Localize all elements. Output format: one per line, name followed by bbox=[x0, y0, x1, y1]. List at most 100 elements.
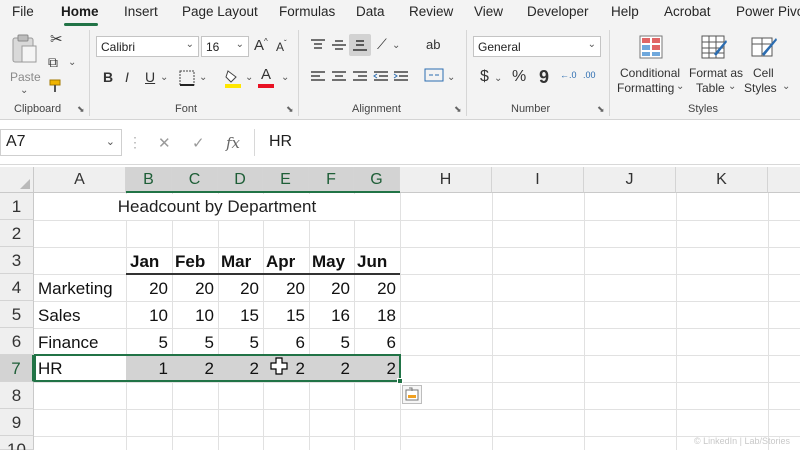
worksheet-grid[interactable]: A B C D E F G H I J K 1 2 3 4 5 6 7 8 9 … bbox=[0, 167, 800, 450]
data-cell[interactable]: 10 bbox=[172, 302, 218, 329]
data-cell[interactable]: 16 bbox=[309, 302, 354, 329]
increase-decimal-icon[interactable]: ←.0 bbox=[560, 71, 577, 80]
tab-help[interactable]: Help bbox=[611, 4, 639, 19]
tab-developer[interactable]: Developer bbox=[527, 4, 589, 19]
row-header-5[interactable]: 5 bbox=[0, 301, 34, 328]
data-cell[interactable]: 18 bbox=[354, 302, 400, 329]
orientation-icon[interactable]: ⟋ bbox=[377, 37, 387, 51]
more-options-icon[interactable]: ⋮ bbox=[128, 134, 142, 151]
borders-icon[interactable] bbox=[178, 69, 196, 87]
data-cell[interactable]: 20 bbox=[263, 275, 309, 302]
percent-icon[interactable]: % bbox=[512, 69, 526, 85]
column-header-l[interactable] bbox=[768, 167, 800, 193]
department-label[interactable]: Finance bbox=[38, 329, 98, 356]
row-header-9[interactable]: 9 bbox=[0, 409, 34, 436]
tab-review[interactable]: Review bbox=[409, 4, 453, 19]
data-cell[interactable]: 20 bbox=[172, 275, 218, 302]
data-cell[interactable]: 6 bbox=[354, 329, 400, 356]
column-header-j[interactable]: J bbox=[584, 167, 676, 193]
tab-page-layout[interactable]: Page Layout bbox=[182, 4, 258, 19]
column-header-e[interactable]: E bbox=[263, 167, 309, 193]
enter-check-icon[interactable]: ✓ bbox=[192, 134, 205, 152]
tab-formulas[interactable]: Formulas bbox=[279, 4, 335, 19]
cancel-icon[interactable]: ✕ bbox=[158, 134, 171, 152]
decrease-indent-icon[interactable] bbox=[373, 70, 389, 84]
align-left-icon[interactable] bbox=[310, 70, 326, 84]
cut-icon[interactable]: ✂ bbox=[50, 32, 63, 47]
column-header-i[interactable]: I bbox=[492, 167, 584, 193]
align-right-icon[interactable] bbox=[352, 70, 368, 84]
row-header-3[interactable]: 3 bbox=[0, 247, 34, 274]
fill-color-icon[interactable] bbox=[224, 68, 242, 88]
data-cell[interactable]: 15 bbox=[263, 302, 309, 329]
comma-style-icon[interactable]: 9 bbox=[539, 68, 549, 86]
currency-dropdown-icon[interactable]: ⌄ bbox=[494, 74, 502, 84]
font-name-dropdown[interactable]: Calibri ⌄ bbox=[96, 36, 199, 57]
column-header-c[interactable]: C bbox=[172, 167, 218, 193]
tab-view[interactable]: View bbox=[474, 4, 503, 19]
row-header-7[interactable]: 7 bbox=[0, 355, 34, 382]
row-header-6[interactable]: 6 bbox=[0, 328, 34, 355]
shrink-font-icon[interactable]: Aˇ bbox=[276, 40, 287, 54]
data-cell[interactable]: 20 bbox=[218, 275, 263, 302]
column-header-f[interactable]: F bbox=[309, 167, 354, 193]
formula-input[interactable]: HR bbox=[254, 129, 800, 156]
column-header-k[interactable]: K bbox=[676, 167, 768, 193]
tab-power-pivot[interactable]: Power Pivot bbox=[736, 4, 800, 19]
department-label[interactable]: Marketing bbox=[38, 275, 113, 302]
align-center-icon[interactable] bbox=[331, 70, 347, 84]
increase-indent-icon[interactable] bbox=[393, 70, 409, 84]
merge-dropdown-icon[interactable]: ⌄ bbox=[447, 73, 455, 83]
data-cell[interactable]: 5 bbox=[218, 329, 263, 356]
column-header-a[interactable]: A bbox=[34, 167, 126, 193]
data-cell[interactable]: 5 bbox=[172, 329, 218, 356]
data-cell[interactable]: 20 bbox=[126, 275, 172, 302]
row-header-10[interactable]: 10 bbox=[0, 436, 34, 450]
data-cell[interactable]: 15 bbox=[218, 302, 263, 329]
column-header-b[interactable]: B bbox=[126, 167, 172, 193]
decrease-decimal-icon[interactable]: .00 bbox=[583, 71, 596, 80]
underline-dropdown-icon[interactable]: ⌄ bbox=[160, 73, 168, 83]
month-header-may[interactable]: May bbox=[312, 248, 345, 275]
insert-function-icon[interactable]: fx bbox=[226, 134, 240, 152]
copy-dropdown-icon[interactable]: ⌄ bbox=[68, 58, 76, 68]
italic-button[interactable]: I bbox=[125, 70, 129, 84]
cell-styles-button[interactable]: Cell Styles ⌄ bbox=[744, 30, 794, 100]
dialog-launcher-icon[interactable]: ⬊ bbox=[597, 104, 605, 115]
column-header-h[interactable]: H bbox=[400, 167, 492, 193]
fill-color-dropdown-icon[interactable]: ⌄ bbox=[245, 73, 253, 83]
dialog-launcher-icon[interactable]: ⬊ bbox=[454, 104, 462, 115]
data-cell[interactable]: 20 bbox=[354, 275, 400, 302]
font-size-dropdown[interactable]: 16 ⌄ bbox=[201, 36, 249, 57]
underline-button[interactable]: U bbox=[145, 70, 155, 84]
font-color-dropdown-icon[interactable]: ⌄ bbox=[281, 73, 289, 83]
fill-handle[interactable] bbox=[397, 378, 403, 384]
tab-insert[interactable]: Insert bbox=[124, 4, 158, 19]
format-painter-icon[interactable] bbox=[48, 78, 64, 94]
name-box[interactable]: A7 ⌄ bbox=[0, 129, 122, 156]
borders-dropdown-icon[interactable]: ⌄ bbox=[199, 73, 207, 83]
middle-align-icon[interactable] bbox=[331, 38, 347, 52]
merge-center-icon[interactable] bbox=[424, 67, 444, 83]
bottom-align-button[interactable] bbox=[349, 34, 371, 56]
data-cell[interactable]: 20 bbox=[309, 275, 354, 302]
month-header-jan[interactable]: Jan bbox=[130, 248, 159, 275]
data-cell[interactable]: 5 bbox=[126, 329, 172, 356]
conditional-formatting-button[interactable]: Conditional Formatting ⌄ bbox=[614, 30, 686, 100]
tab-home[interactable]: Home bbox=[61, 4, 99, 19]
tab-file[interactable]: File bbox=[12, 4, 34, 19]
wrap-text-icon[interactable]: ab bbox=[426, 38, 440, 51]
row-header-8[interactable]: 8 bbox=[0, 382, 34, 409]
format-as-table-button[interactable]: Format as Table ⌄ bbox=[688, 30, 743, 100]
month-header-mar[interactable]: Mar bbox=[221, 248, 251, 275]
data-cell[interactable]: 5 bbox=[309, 329, 354, 356]
currency-icon[interactable]: $ bbox=[480, 69, 489, 85]
month-header-jun[interactable]: Jun bbox=[357, 248, 387, 275]
paste-button[interactable]: Paste ⌄ bbox=[6, 32, 42, 96]
row-header-4[interactable]: 4 bbox=[0, 274, 34, 301]
grow-font-icon[interactable]: A^ bbox=[254, 38, 268, 54]
dialog-launcher-icon[interactable]: ⬊ bbox=[77, 104, 85, 115]
font-color-icon[interactable]: A bbox=[261, 67, 271, 82]
row-header-1[interactable]: 1 bbox=[0, 193, 34, 220]
column-header-d[interactable]: D bbox=[218, 167, 263, 193]
